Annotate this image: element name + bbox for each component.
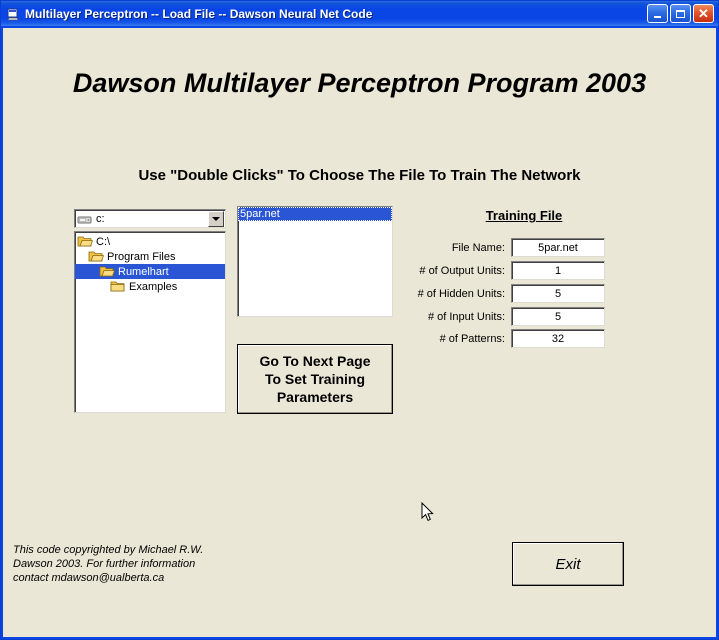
training-file-field: # of Patterns: 32 <box>415 329 605 348</box>
field-value[interactable]: 1 <box>511 261 605 280</box>
training-file-title: Training File <box>485 208 563 223</box>
field-value[interactable]: 32 <box>511 329 605 348</box>
field-label: # of Output Units: <box>419 264 505 277</box>
window-controls: ✕ <box>647 4 714 23</box>
copyright-text: This code copyrighted by Michael R.W. Da… <box>13 544 204 584</box>
folder-open-icon <box>99 265 116 278</box>
folder-open-icon <box>88 250 105 263</box>
field-label: # of Input Units: <box>427 310 505 323</box>
tree-item[interactable]: Rumelhart <box>75 264 225 279</box>
training-file-field: # of Hidden Units: 5 <box>415 284 605 303</box>
tree-item-label: Examples <box>129 280 178 293</box>
folder-closed-icon <box>110 280 126 293</box>
folder-open-icon <box>77 235 94 248</box>
window-title: Multilayer Perceptron -- Load File -- Da… <box>25 6 373 21</box>
field-value[interactable]: 5 <box>511 284 605 303</box>
file-list-item[interactable]: 5par.net <box>238 207 392 221</box>
field-label: # of Patterns: <box>439 332 505 345</box>
field-label: File Name: <box>451 241 505 254</box>
title-bar: Multilayer Perceptron -- Load File -- Da… <box>1 1 718 26</box>
tree-item-label: Rumelhart <box>118 265 169 278</box>
drive-label: c: <box>96 212 105 225</box>
drive-icon <box>77 213 93 225</box>
maximize-icon <box>676 9 685 18</box>
exit-button[interactable]: Exit <box>512 542 624 586</box>
training-file-field: File Name: 5par.net <box>415 238 605 257</box>
field-value[interactable]: 5par.net <box>511 238 605 257</box>
instruction-text: Use "Double Clicks" To Choose The File T… <box>138 167 581 184</box>
page-title: Dawson Multilayer Perceptron Program 200… <box>72 68 647 98</box>
training-file-field: # of Input Units: 5 <box>415 307 605 326</box>
minimize-button[interactable] <box>647 4 668 23</box>
close-icon: ✕ <box>698 6 709 21</box>
training-file-field: # of Output Units: 1 <box>415 261 605 280</box>
next-page-button-label: Go To Next Page To Set Training Paramete… <box>259 353 371 405</box>
tree-item[interactable]: Program Files <box>75 249 225 264</box>
drive-select[interactable]: c: <box>74 209 226 228</box>
go-to-next-page-button[interactable]: Go To Next Page To Set Training Paramete… <box>237 344 393 414</box>
tree-item[interactable]: Examples <box>75 279 225 294</box>
directory-tree[interactable]: C:\ Program Files Rumelhart Examples <box>74 231 226 413</box>
tree-item-label: Program Files <box>107 250 176 263</box>
chevron-down-icon[interactable] <box>208 210 224 227</box>
maximize-button[interactable] <box>670 4 691 23</box>
tree-item[interactable]: C:\ <box>75 234 225 249</box>
close-button[interactable]: ✕ <box>693 4 714 23</box>
mouse-cursor <box>421 501 435 523</box>
tree-item-label: C:\ <box>96 235 111 248</box>
field-label: # of Hidden Units: <box>417 287 505 300</box>
exit-button-label: Exit <box>555 555 581 573</box>
field-value[interactable]: 5 <box>511 307 605 326</box>
file-list-box[interactable]: 5par.net <box>237 206 393 317</box>
application-window: Multilayer Perceptron -- Load File -- Da… <box>0 0 719 640</box>
minimize-icon <box>654 16 661 18</box>
client-area: Dawson Multilayer Perceptron Program 200… <box>3 28 716 637</box>
app-icon <box>6 7 20 21</box>
